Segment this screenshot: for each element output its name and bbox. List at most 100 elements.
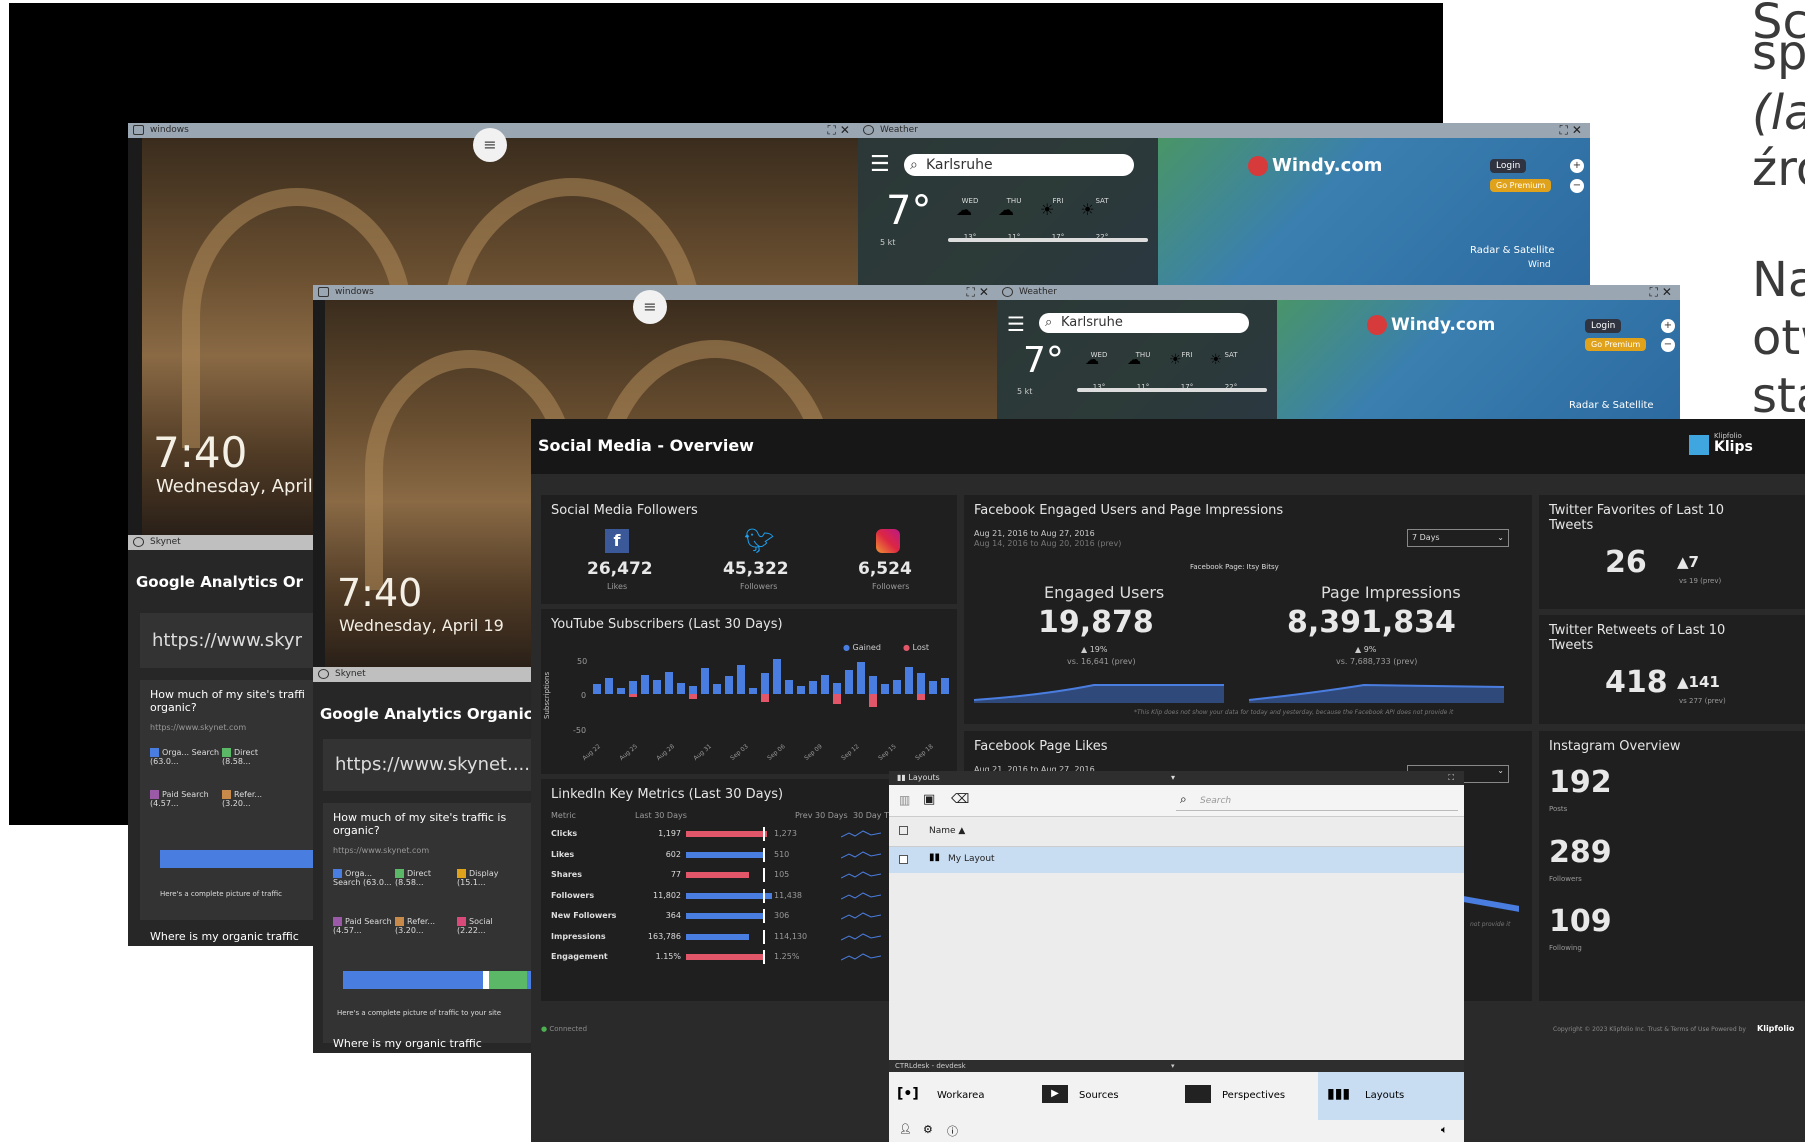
layouts-dialog[interactable]: ▮▮ Layouts ▾ ⛶ ▥ ▣ ⌫ ⌕ Search Name ▲ ▮▮ … [889,771,1464,1142]
tab-perspectives[interactable]: Perspectives [1175,1072,1318,1120]
tab-label: Workarea [937,1090,985,1101]
lost-bar [761,694,769,702]
chevron-down-icon[interactable]: ▾ [1171,771,1175,785]
hamburger-icon[interactable]: ≡ [633,290,667,324]
cut-text-line: sta [1752,368,1805,424]
instagram-icon [876,529,900,553]
info-icon[interactable]: ⓘ [947,1123,958,1139]
window-titlebar[interactable]: Weather ⛶✕ [997,285,1680,300]
fav-value: 26 [1605,545,1647,580]
login-button[interactable]: Login [1585,319,1622,333]
play-icon: ▶ [1042,1085,1068,1103]
window-titlebar[interactable]: Skynet [128,535,318,550]
row-checkbox[interactable] [899,855,908,864]
menu-icon[interactable]: ☰ [1007,312,1025,336]
wind-label[interactable]: Wind [1528,260,1551,270]
range-select[interactable]: 7 Days ⌄ [1407,529,1509,547]
zoom-in-icon[interactable]: + [1570,159,1584,173]
back-analytics-window[interactable]: Skynet Google Analytics Or https://www.s… [128,535,318,946]
front-analytics-window[interactable]: Skynet Google Analytics Organic https://… [313,667,531,1053]
menu-icon[interactable]: ☰ [870,152,890,177]
col-header: Metric [551,811,576,820]
target-marker [763,888,765,903]
location-search-input[interactable]: ⌕ Karlsruhe [904,154,1134,176]
ga-site: https://www.skynet.com [333,846,430,855]
window-titlebar[interactable]: Weather ⛶✕ [858,123,1590,138]
facebook-icon: f [605,529,629,553]
lock-date: Wednesday, April 19 [339,616,504,635]
legend-item: Orga... Search (63.0... [333,869,392,887]
back-weather-window[interactable]: Weather ⛶✕ ☰ ⌕ Karlsruhe 7° 5 kt WED THU F… [858,123,1590,286]
gained-bar [593,684,601,694]
front-weather-window[interactable]: Weather ⛶✕ ☰ ⌕ Karlsruhe 7° 5 kt WED THU F… [997,285,1680,419]
legend-item: Paid Search (4.57... [333,917,392,935]
legend-item: Refer... (3.20... [395,917,436,935]
window-title: Weather [880,125,918,135]
gained-bar [797,686,805,694]
gained-bar [749,687,757,694]
rt-prev: vs 277 (prev) [1679,697,1726,705]
layouts-icon: ▮▮▮ [1327,1086,1351,1102]
posts-value: 192 [1549,765,1612,800]
zoom-out-icon[interactable]: − [1570,179,1584,193]
window-controls[interactable]: ⛶✕ [1560,123,1586,138]
maximize-icon[interactable]: ⛶ [1448,771,1454,785]
dialog-titlebar[interactable]: ▮▮ Layouts ▾ ⛶ [889,771,1464,785]
layouts-search-input[interactable]: ⌕ Search [1176,789,1458,811]
hamburger-icon[interactable]: ≡ [473,128,507,162]
tab-workarea[interactable]: [•] Workarea [889,1072,1032,1120]
date-range: Aug 21, 2016 to Aug 27, 2016 [974,529,1095,538]
zoom-out-icon[interactable]: − [1661,338,1675,352]
list-item[interactable]: ▮▮ My Layout [889,847,1464,873]
forecast-icons: ☁☁☀☀ [1085,352,1251,368]
gear-icon[interactable]: ⚙ [923,1123,933,1136]
window-titlebar[interactable]: Skynet [313,667,531,682]
tab-label: Sources [1079,1090,1119,1101]
radar-label[interactable]: Radar & Satellite [1569,400,1654,411]
gained-bar [809,681,817,694]
volume-icon[interactable]: 🔈︎ [1441,1123,1448,1137]
radar-label[interactable]: Radar & Satellite [1470,245,1555,256]
location-search-input[interactable]: ⌕ Karlsruhe [1039,313,1249,333]
window-controls[interactable]: ⛶✕ [967,285,993,300]
zoom-in-icon[interactable]: + [1661,319,1675,333]
select-all-checkbox[interactable] [899,826,908,835]
date-tick: Sep 03 [729,743,750,762]
copyright: Copyright © 2023 Klipfolio Inc. Trust & … [1553,1026,1746,1033]
ga-question: How much of my site's traffi organic? [150,688,305,714]
tab-layouts[interactable]: ▮▮▮ Layouts [1318,1072,1464,1120]
window-controls[interactable]: ⛶✕ [1650,285,1676,300]
traffic-bar [160,850,318,868]
metric-bar [686,892,772,899]
bottom-titlebar: CTRLdesk - devdesk ▾ [889,1060,1464,1072]
save-icon[interactable]: ▣ [923,792,935,807]
name-column-header[interactable]: Name ▲ [929,826,965,836]
timeline-bar[interactable] [1077,388,1267,392]
panel-title: Social Media Followers [551,503,698,518]
panel-title: Facebook Engaged Users and Page Impressi… [974,503,1284,518]
user-icon[interactable]: 👤︎ [899,1124,912,1135]
login-button[interactable]: Login [1490,159,1527,173]
gained-bar [773,658,781,694]
posts-label: Posts [1549,805,1568,813]
eraser-icon[interactable]: ⌫ [951,792,969,807]
weather-panel: ☰ ⌕ Karlsruhe 7° 5 kt WED THU FRI SAT ☁☁☀☀ … [858,138,1158,286]
date-tick: Sep 18 [914,743,935,762]
legend-item: Direct (8.58... [395,869,431,887]
metric-bar [686,831,767,837]
gained-bar [917,673,925,694]
prev-value: 1.25% [774,952,800,961]
prev-value: 105 [774,870,790,879]
trash-icon[interactable]: ▥ [899,793,910,807]
timeline-bar[interactable] [948,238,1148,242]
premium-button[interactable]: Go Premium [1490,179,1552,192]
premium-button[interactable]: Go Premium [1585,338,1647,351]
tab-sources[interactable]: ▶ Sources [1032,1072,1175,1120]
cut-text-line: otw [1752,310,1805,366]
rt-change: ▲141 [1677,673,1720,691]
chevron-down-icon[interactable]: ▾ [1171,1060,1175,1072]
window-controls[interactable]: ⛶✕ [828,123,854,138]
tab-label: Layouts [1365,1090,1405,1101]
metric-value: 1.15% [655,952,681,961]
metric-name: Shares [551,870,582,879]
